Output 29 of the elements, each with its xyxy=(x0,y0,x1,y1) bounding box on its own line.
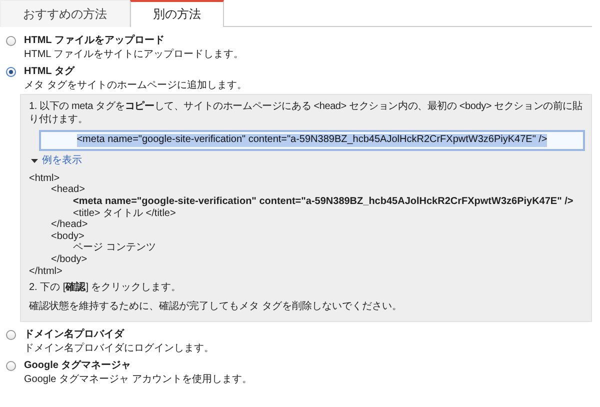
code-line: <meta name="google-site-verification" content="a-59N389BZ_hcb45AJolHckR2CrFXpwtW3z6PiyK47E" /> xyxy=(73,196,574,208)
radio-button[interactable] xyxy=(6,361,16,372)
code-line: </head> xyxy=(51,219,88,231)
method-title: HTML ファイルをアップロード xyxy=(24,35,164,48)
radio-button[interactable] xyxy=(6,36,16,46)
method-description: Google タグマネージャ アカウントを使用します。 xyxy=(24,374,253,386)
tab[interactable]: おすすめの方法 xyxy=(0,0,130,27)
radio-button[interactable] xyxy=(6,67,16,78)
code-line: ページ コンテンツ xyxy=(73,242,156,254)
meta-tag-field[interactable]: <meta name="google-site-verification" content="a-59N389BZ_hcb45AJolHckR2CrFXpwtW3z6PiyK47E" /> xyxy=(39,130,585,151)
method-description: メタ タグをサイトのホームページに追加します。 xyxy=(24,80,248,92)
method-description: ドメイン名プロバイダにログインします。 xyxy=(24,342,215,356)
method-title: HTML タグ xyxy=(24,66,74,78)
code-line: <body> xyxy=(51,230,84,242)
step-text: 2. 下の [確認] をクリックします。 xyxy=(29,282,182,295)
step-text: 1. 以下の meta タグをコピーして、サイトのホームページにある <head> セクション内の、最初の <body> セクションの前に貼り付けます。 xyxy=(29,101,584,126)
code-line: <title> タイトル </title> xyxy=(73,208,176,220)
code-line: </body> xyxy=(51,254,88,266)
triangle-down-icon xyxy=(31,158,38,164)
method-title: ドメイン名プロバイダ xyxy=(24,329,124,342)
tab[interactable]: 別の方法 xyxy=(130,0,224,27)
example-toggle[interactable]: 例を表示 xyxy=(31,155,82,168)
note-text: 確認状態を維持するために、確認が完了してもメタ タグを削除しないでください。 xyxy=(29,300,403,314)
code-line: </html> xyxy=(29,266,62,278)
code-line: <html> xyxy=(29,172,60,184)
method-title: Google タグマネージャ xyxy=(24,360,132,373)
code-line: <head> xyxy=(51,184,85,196)
method-description: HTML ファイルをサイトにアップロードします。 xyxy=(24,48,245,61)
radio-button[interactable] xyxy=(6,330,16,340)
